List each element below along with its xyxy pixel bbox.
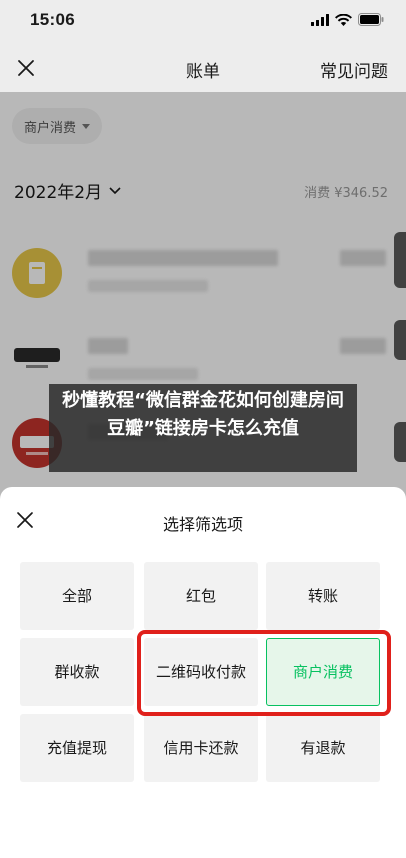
- caption-text: 秒懂教程“微信群金花如何创建房间豆瓣”链接房卡怎么充值: [62, 390, 344, 439]
- status-bar: 15:06: [0, 0, 406, 44]
- filter-sheet: 选择筛选项 全部 红包 转账 群收款 二维码收付款 商户消费 充值提现 信用卡还…: [0, 487, 406, 858]
- status-time: 15:06: [30, 10, 75, 29]
- filter-option-red-packet[interactable]: 红包: [144, 562, 258, 630]
- filter-option-all[interactable]: 全部: [20, 562, 134, 630]
- filter-option-qr-payment[interactable]: 二维码收付款: [144, 638, 258, 706]
- status-icons: [311, 13, 384, 26]
- filter-option-transfer[interactable]: 转账: [266, 562, 380, 630]
- sheet-title: 选择筛选项: [162, 515, 243, 534]
- filter-option-merchant[interactable]: 商户消费: [266, 638, 380, 706]
- filter-option-group-collection[interactable]: 群收款: [20, 638, 134, 706]
- battery-icon: [358, 13, 384, 26]
- caption-overlay: 秒懂教程“微信群金花如何创建房间豆瓣”链接房卡怎么充值: [49, 384, 357, 472]
- filter-option-topup-withdraw[interactable]: 充值提现: [20, 714, 134, 782]
- filter-option-refund[interactable]: 有退款: [266, 714, 380, 782]
- faq-link[interactable]: 常见问题: [320, 57, 388, 82]
- filter-option-credit-card[interactable]: 信用卡还款: [144, 714, 258, 782]
- nav-bar: 账单 常见问题: [0, 44, 406, 92]
- signal-icon: [311, 13, 329, 26]
- wifi-icon: [335, 13, 352, 26]
